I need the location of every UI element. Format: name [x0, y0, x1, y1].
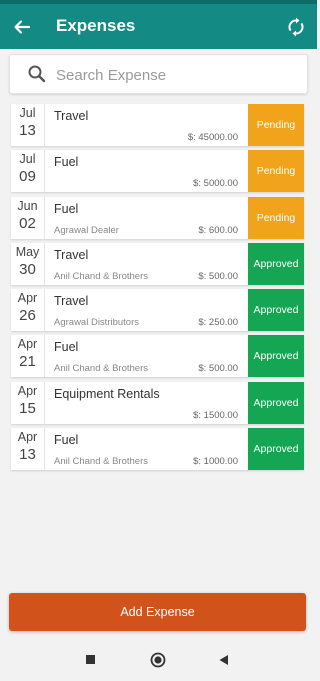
expense-category: Equipment Rentals — [54, 386, 160, 401]
expense-day: 26 — [19, 307, 36, 325]
expense-amount: $: 500.00 — [198, 363, 238, 375]
back-button[interactable] — [9, 12, 35, 42]
expense-list: Jul 13 Travel $: 45000.00 Pending Jul 09… — [11, 104, 304, 474]
expense-day: 13 — [19, 122, 36, 139]
expense-category: Fuel — [54, 201, 79, 216]
expense-amount: $: 1500.00 — [193, 409, 238, 421]
expense-amount: $: 5000.00 — [193, 178, 238, 190]
expense-category: Fuel — [54, 340, 79, 355]
expense-day: 21 — [19, 353, 36, 371]
sync-button[interactable] — [283, 13, 309, 41]
status-badge: Pending — [248, 196, 304, 239]
add-expense-button[interactable]: Add Expense — [9, 593, 306, 631]
expense-amount: $: 600.00 — [198, 224, 238, 236]
search-bar — [9, 54, 308, 94]
expense-vendor: Anil Chand & Brothers — [54, 456, 148, 468]
expense-card[interactable]: May 30 Travel Anil Chand & Brothers $: 5… — [11, 242, 304, 285]
search-input[interactable] — [54, 61, 298, 89]
expense-vendor: Anil Chand & Brothers — [54, 363, 148, 375]
expense-card[interactable]: Apr 13 Fuel Anil Chand & Brothers $: 100… — [11, 428, 304, 471]
expense-category: Fuel — [54, 155, 79, 170]
status-badge: Approved — [248, 289, 304, 332]
search-icon — [28, 65, 46, 83]
expense-month: Apr — [17, 291, 38, 306]
date-block: Jul 09 — [11, 150, 45, 193]
square-icon[interactable] — [86, 655, 95, 664]
date-block: Apr 15 — [11, 381, 45, 424]
status-badge: Pending — [248, 104, 304, 146]
date-block: Apr 26 — [11, 289, 45, 332]
expense-month: Jul — [19, 152, 36, 167]
date-block: May 30 — [11, 242, 45, 285]
date-block: Apr 21 — [11, 335, 45, 378]
date-block: Jul 13 — [11, 104, 45, 146]
status-badge: Pending — [248, 150, 304, 193]
app-bar: Expenses — [0, 4, 317, 49]
expense-month: Jun — [17, 198, 38, 213]
date-block: Jun 02 — [11, 196, 45, 239]
expense-category: Fuel — [54, 433, 79, 448]
expense-card[interactable]: Apr 15 Equipment Rentals $: 1500.00 Appr… — [11, 381, 304, 424]
expense-amount: $: 1000.00 — [193, 456, 238, 468]
status-badge: Approved — [248, 335, 304, 378]
expense-card[interactable]: Jun 02 Fuel Agrawal Dealer $: 600.00 Pen… — [11, 196, 304, 239]
circle-icon[interactable] — [150, 652, 166, 668]
expense-month: Apr — [17, 383, 38, 398]
expense-card[interactable]: Apr 21 Fuel Anil Chand & Brothers $: 500… — [11, 335, 304, 378]
expense-card[interactable]: Jul 13 Travel $: 45000.00 Pending — [11, 104, 304, 146]
expense-amount: $: 250.00 — [198, 317, 238, 329]
status-badge: Approved — [248, 242, 304, 285]
expense-category: Travel — [54, 109, 89, 123]
page-title: Expenses — [56, 16, 136, 35]
date-block: Apr 13 — [11, 428, 45, 471]
expense-month: Jul — [19, 106, 36, 120]
expense-vendor: Anil Chand & Brothers — [54, 270, 148, 282]
expense-vendor: Agrawal Distributors — [54, 317, 139, 329]
expense-day: 09 — [19, 168, 36, 186]
expense-amount: $: 45000.00 — [187, 132, 238, 143]
expense-month: Apr — [17, 430, 38, 445]
expense-day: 30 — [19, 260, 36, 278]
status-badge: Approved — [248, 381, 304, 424]
expense-amount: $: 500.00 — [198, 270, 238, 282]
system-nav-bar — [0, 640, 317, 681]
arrow-left-icon — [14, 20, 31, 34]
sync-icon — [288, 17, 304, 37]
expense-day: 15 — [19, 399, 36, 417]
expense-category: Travel — [54, 247, 89, 262]
triangle-left-icon[interactable] — [218, 654, 230, 666]
expense-card[interactable]: Apr 26 Travel Agrawal Distributors $: 25… — [11, 289, 304, 332]
expense-category: Travel — [54, 294, 89, 309]
status-badge: Approved — [248, 428, 304, 471]
expense-day: 13 — [19, 446, 36, 464]
expense-month: May — [15, 244, 40, 259]
expense-vendor: Agrawal Dealer — [54, 224, 119, 236]
expense-card[interactable]: Jul 09 Fuel $: 5000.00 Pending — [11, 150, 304, 193]
expense-day: 02 — [19, 214, 36, 232]
expense-month: Apr — [17, 337, 38, 352]
